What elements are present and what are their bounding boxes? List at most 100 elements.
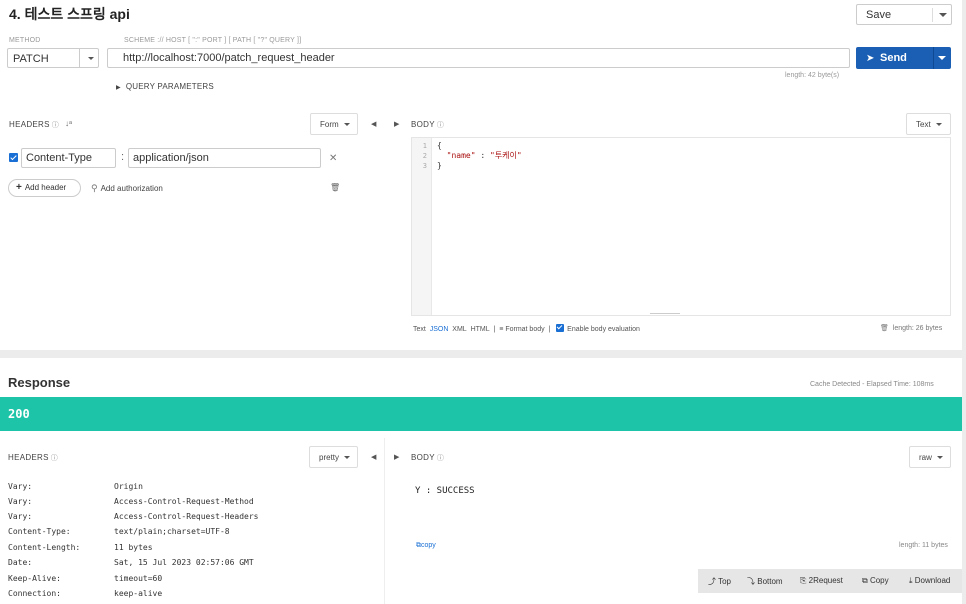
format-xml-option[interactable]: XML: [452, 326, 466, 333]
body-mode-select[interactable]: Text: [906, 113, 951, 135]
request-title: 4. 테스트 스프링 api: [9, 6, 130, 22]
url-length: length: 42 byte(s): [785, 72, 840, 79]
help-icon[interactable]: ⓘ: [51, 455, 58, 462]
format-body-button[interactable]: Format body: [505, 326, 544, 333]
body-mode-label: Text: [916, 120, 931, 129]
send-label: Send: [880, 52, 907, 64]
header-key: Vary:: [8, 497, 33, 506]
help-icon[interactable]: ⓘ: [52, 122, 59, 129]
help-icon[interactable]: ⓘ: [437, 455, 444, 462]
page-scrollbar[interactable]: [962, 0, 966, 604]
trash-icon[interactable]: 🗑: [330, 183, 340, 192]
header-value: Access-Control-Request-Headers: [114, 512, 259, 521]
header-value-input[interactable]: application/json: [128, 148, 321, 168]
collapse-left-icon[interactable]: ◀: [371, 453, 376, 461]
response-panel: Response Cache Detected - Elapsed Time: …: [0, 358, 966, 604]
header-key: Connection:: [8, 589, 61, 598]
plus-icon: +: [16, 182, 22, 193]
chevron-down-icon: [344, 456, 351, 459]
key-icon: ⚲: [91, 183, 98, 193]
send-icon: ➤: [866, 53, 875, 64]
query-parameters-toggle[interactable]: ▶ QUERY PARAMETERS: [116, 82, 214, 91]
collapse-right-icon[interactable]: ▶: [394, 120, 399, 128]
header-key: Date:: [8, 558, 33, 567]
request-panel: 4. 테스트 스프링 api Save METHOD SCHEME :// HO…: [0, 0, 962, 350]
method-value: PATCH: [13, 53, 49, 65]
format-html-option[interactable]: HTML: [471, 326, 490, 333]
collapse-right-icon[interactable]: ▶: [394, 453, 399, 461]
arrow-down-circle-icon: ⤵: [747, 577, 755, 586]
copy-label: copy: [421, 542, 436, 549]
download-button[interactable]: ⤓ Download: [909, 576, 950, 586]
body-heading: BODY ⓘ: [411, 120, 444, 130]
response-body-mode-select[interactable]: raw: [909, 446, 951, 468]
body-evaluation-label: Enable body evaluation: [567, 326, 640, 333]
headers-mode-label: Form: [320, 120, 339, 129]
close-icon[interactable]: ✕: [329, 153, 337, 164]
bottom-label: Bottom: [757, 577, 783, 586]
header-key-input[interactable]: Content-Type: [21, 148, 116, 168]
copy-button[interactable]: ⧉ Copy: [862, 576, 889, 586]
line-number: 1: [422, 142, 427, 150]
header-key: Content-Type:: [8, 527, 71, 536]
to-request-button[interactable]: ⎘ 2Request: [800, 576, 843, 586]
line-number: 3: [422, 162, 427, 170]
query-parameters-label: QUERY PARAMETERS: [125, 82, 214, 91]
method-label: METHOD: [9, 37, 41, 44]
header-value: keep-alive: [114, 589, 163, 598]
body-code[interactable]: { "name" : "투케이"}: [437, 141, 522, 171]
scheme-label: SCHEME :// HOST [ ":" PORT ] [ PATH [ "?…: [124, 37, 302, 44]
header-key: Content-Length:: [8, 543, 81, 552]
status-bar: 200: [0, 397, 966, 431]
response-headers-mode-label: pretty: [319, 453, 340, 462]
add-header-button[interactable]: + Add header: [8, 179, 81, 197]
header-value: 11 bytes: [114, 543, 153, 552]
response-headers-title: HEADERS: [8, 453, 49, 462]
header-key: Keep-Alive:: [8, 574, 61, 583]
json-key: "name": [446, 151, 476, 160]
collapse-left-icon[interactable]: ◀: [371, 120, 376, 128]
method-separator: [79, 49, 80, 67]
add-authorization-link[interactable]: ⚲ Add authorization: [91, 183, 163, 194]
response-headers-heading: HEADERS ⓘ: [8, 453, 58, 463]
copy-icon: ⧉: [862, 576, 868, 585]
response-headers-mode-select[interactable]: pretty: [309, 446, 358, 468]
method-select[interactable]: PATCH: [7, 48, 99, 68]
save-separator: [932, 8, 933, 22]
arrow-up-circle-icon: ⤴: [708, 577, 716, 586]
code-line: "name" : "투케이": [437, 151, 522, 161]
headers-title: HEADERS: [9, 120, 50, 129]
line-number: 2: [422, 152, 427, 160]
send-separator: [933, 47, 934, 69]
download-label: Download: [914, 576, 951, 585]
trash-icon[interactable]: 🗑: [880, 325, 889, 332]
headers-heading: HEADERS ⓘ: [9, 120, 59, 130]
chevron-down-icon: [936, 456, 943, 459]
top-button[interactable]: ⤴ Top: [708, 576, 731, 587]
response-divider: [384, 438, 385, 604]
bottom-button[interactable]: ⤵ Bottom: [747, 576, 783, 587]
response-body-title: BODY: [411, 453, 435, 462]
send-dropdown-caret-icon[interactable]: [938, 56, 946, 60]
resize-handle[interactable]: [650, 313, 680, 314]
help-icon[interactable]: ⓘ: [437, 122, 444, 129]
header-enabled-checkbox[interactable]: [9, 153, 18, 162]
header-value: timeout=60: [114, 574, 163, 583]
url-input[interactable]: http://localhost:7000/patch_request_head…: [107, 48, 850, 68]
copy-link[interactable]: ⧉copy: [416, 542, 436, 550]
chevron-down-icon: [88, 57, 94, 60]
clipboard-icon: ⎘: [800, 576, 807, 585]
headers-mode-select[interactable]: Form: [310, 113, 358, 135]
body-editor[interactable]: 1 2 3 { "name" : "투케이"}: [411, 137, 951, 316]
sort-az-icon[interactable]: ↓ᵃ: [65, 119, 72, 128]
response-body-heading: BODY ⓘ: [411, 453, 444, 463]
top-label: Top: [718, 577, 731, 586]
format-text-option[interactable]: Text: [413, 326, 426, 333]
chevron-down-icon: [935, 123, 942, 126]
send-button[interactable]: ➤ Send: [856, 47, 951, 69]
save-dropdown-caret-icon[interactable]: [939, 13, 947, 17]
body-evaluation-checkbox[interactable]: [556, 324, 565, 332]
header-value: Sat, 15 Jul 2023 02:57:06 GMT: [114, 558, 254, 567]
format-json-option[interactable]: JSON: [430, 326, 449, 333]
save-button[interactable]: Save: [856, 4, 952, 25]
